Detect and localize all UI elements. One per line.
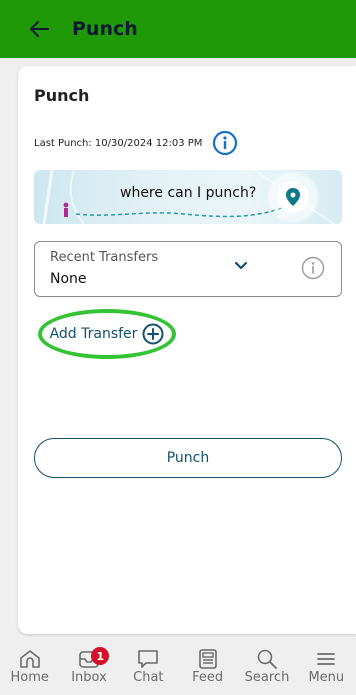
map-banner-text: where can I punch? (120, 185, 257, 201)
top-bar: Punch (0, 0, 356, 58)
nav-label-feed: Feed (192, 670, 224, 685)
punch-button[interactable]: Punch (34, 438, 342, 478)
map-pin-icon (286, 188, 300, 206)
nav-item-chat[interactable]: Chat (119, 643, 178, 695)
last-punch-row: Last Punch: 10/30/2024 12:03 PM (34, 130, 238, 156)
recent-transfers-label: Recent Transfers (50, 250, 159, 265)
plus-circle-icon (142, 323, 164, 345)
page-title: Punch (72, 18, 138, 40)
nav-label-inbox: Inbox (71, 670, 107, 685)
back-button[interactable] (26, 16, 52, 42)
menu-icon (317, 653, 336, 665)
nav-label-chat: Chat (133, 670, 164, 685)
info-icon[interactable] (301, 256, 325, 280)
punch-card: Punch Last Punch: 10/30/2024 12:03 PM wh… (18, 66, 356, 634)
feed-icon (198, 649, 217, 669)
home-icon (19, 650, 40, 668)
nav-item-feed[interactable]: Feed (178, 643, 237, 695)
nav-item-inbox[interactable]: 1 Inbox (59, 643, 118, 695)
nav-item-search[interactable]: Search (237, 643, 296, 695)
bottom-nav: Home 1 Inbox Chat Feed Search Menu (0, 643, 356, 695)
card-title: Punch (34, 86, 90, 105)
last-punch-text: Last Punch: 10/30/2024 12:03 PM (34, 137, 203, 149)
chevron-down-icon (235, 262, 247, 270)
nav-label-menu: Menu (308, 670, 345, 685)
where-can-i-punch-banner[interactable]: where can I punch? (34, 170, 342, 224)
inbox-badge: 1 (91, 647, 110, 665)
search-icon (257, 649, 277, 669)
add-transfer-button[interactable]: Add Transfer (38, 309, 176, 359)
recent-transfers-dropdown[interactable]: Recent Transfers None (34, 241, 342, 297)
recent-transfers-value: None (50, 271, 87, 287)
chat-icon (138, 650, 159, 668)
arrow-left-icon (30, 21, 49, 37)
add-transfer-label: Add Transfer (49, 326, 138, 342)
info-icon[interactable] (212, 130, 238, 156)
nav-item-menu[interactable]: Menu (297, 643, 356, 695)
map-pin-button (277, 181, 309, 213)
nav-item-home[interactable]: Home (0, 643, 59, 695)
nav-label-search: Search (244, 670, 290, 685)
nav-label-home: Home (10, 670, 49, 685)
